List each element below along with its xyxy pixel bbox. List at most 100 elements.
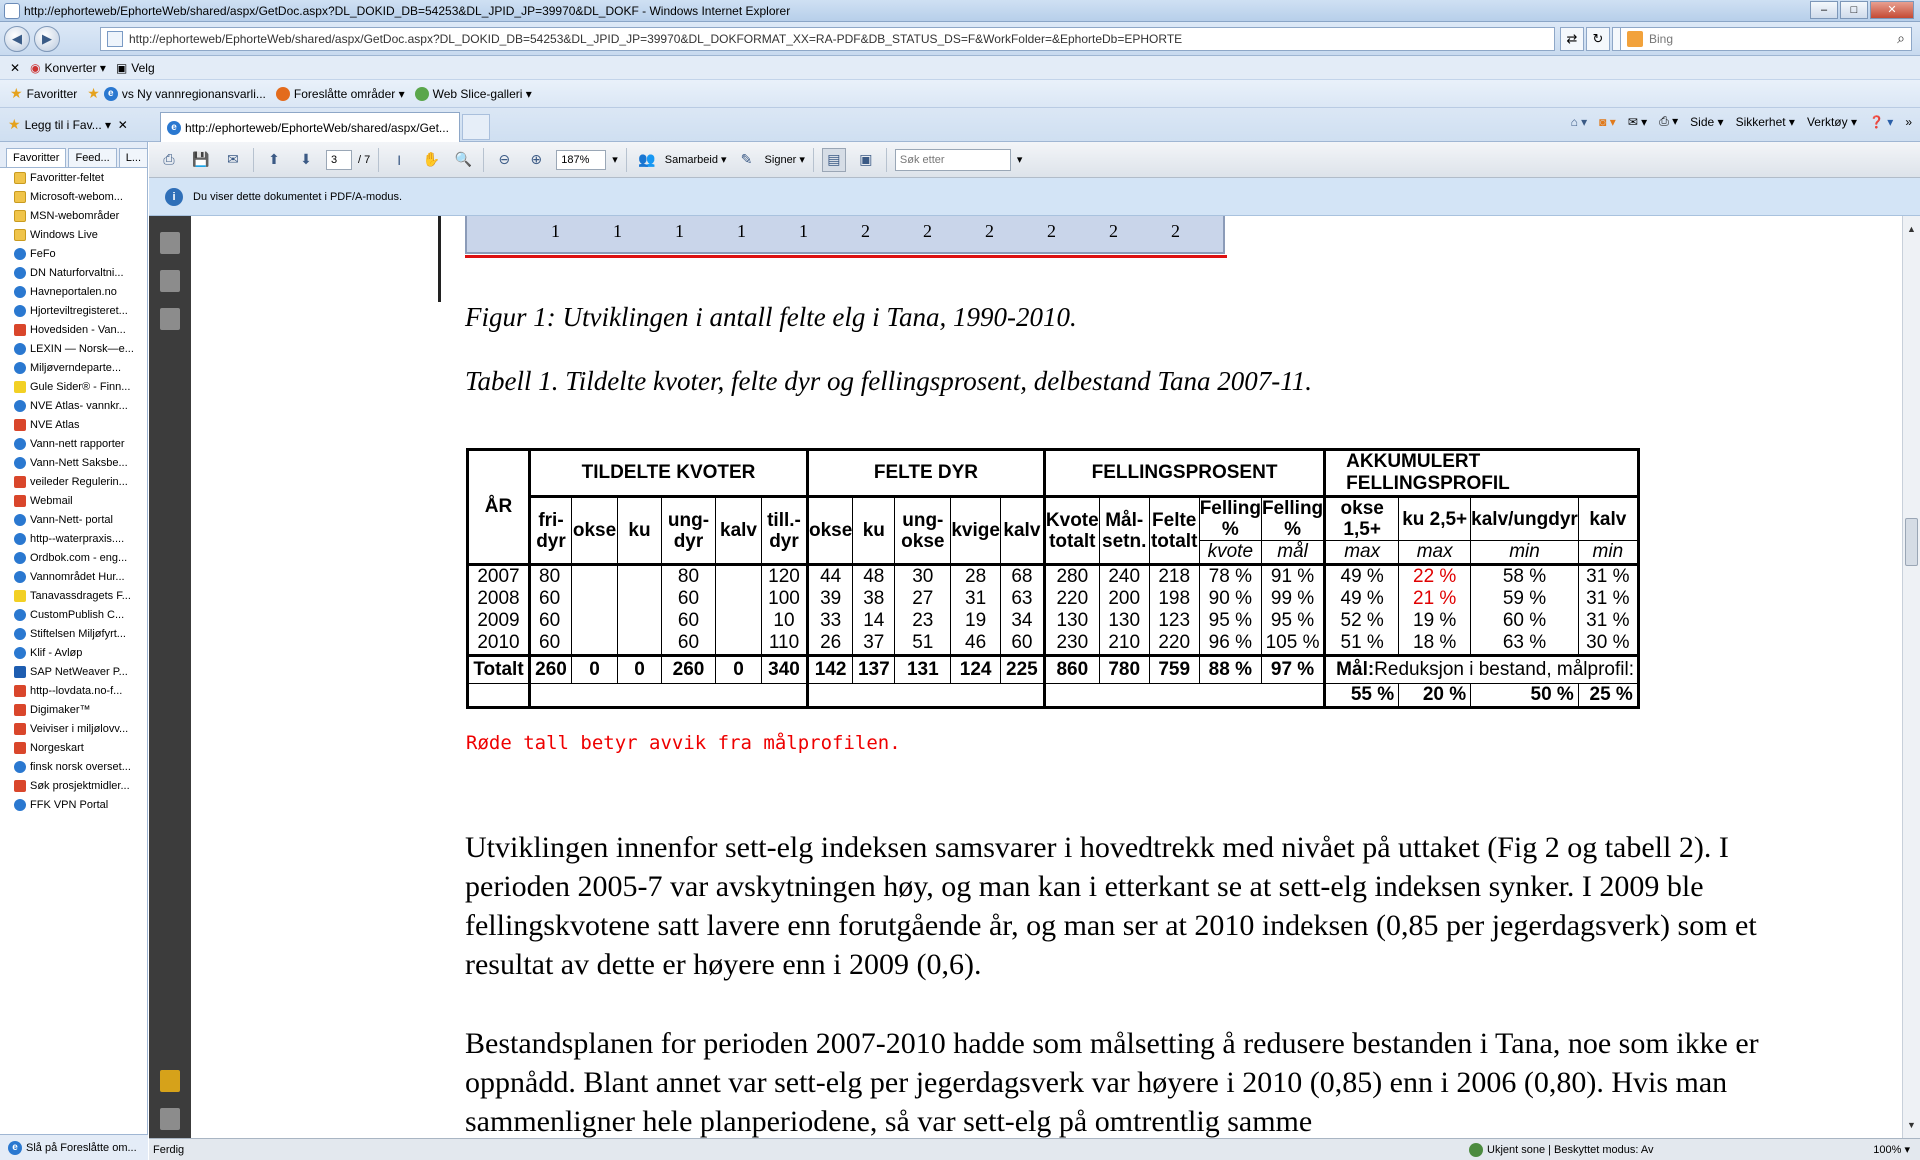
folder-icon <box>14 228 26 241</box>
toolbar-chevron-icon[interactable]: » <box>1905 115 1912 129</box>
print-icon[interactable]: ⎙ ▾ <box>1659 114 1678 129</box>
sidebar-item[interactable]: DN Naturforvaltni... <box>0 263 147 282</box>
sidebar-item[interactable]: FeFo <box>0 244 147 263</box>
signer-button[interactable]: Signer ▾ <box>765 153 805 166</box>
sidebar-item[interactable]: Vann-Nett- portal <box>0 510 147 529</box>
fit-page-icon[interactable]: ▣ <box>854 148 878 172</box>
forward-button[interactable]: ▶ <box>34 25 60 52</box>
sidebar-item[interactable]: Windows Live <box>0 225 147 244</box>
sidebar-item[interactable]: Klif - Avløp <box>0 643 147 662</box>
hand-tool-icon[interactable]: ✋ <box>419 148 443 172</box>
maximize-button[interactable]: □ <box>1840 1 1868 19</box>
pages-icon[interactable] <box>160 232 180 254</box>
pdfa-info-icon[interactable] <box>160 308 180 330</box>
compat-view-icon[interactable]: ⇄ <box>1560 27 1584 51</box>
bookmarks-icon[interactable] <box>160 270 180 292</box>
save-icon[interactable]: 💾 <box>189 148 213 172</box>
sidebar-item[interactable]: Hovedsiden - Van... <box>0 320 147 339</box>
vertical-scrollbar[interactable]: ▲ ▼ <box>1902 216 1920 1138</box>
col-header: Felling % <box>1260 496 1326 541</box>
select-tool-icon[interactable]: I <box>387 148 411 172</box>
sidebar-item[interactable]: Vann-nett rapporter <box>0 434 147 453</box>
fav-link-suggested[interactable]: Foreslåtte områder ▾ <box>275 86 405 101</box>
sidebar-item[interactable]: veileder Regulerin... <box>0 472 147 491</box>
fav-link-webslice[interactable]: Web Slice-galleri ▾ <box>414 86 532 101</box>
sidebar-item[interactable]: Microsoft-webom... <box>0 187 147 206</box>
search-icon[interactable]: ⌕ <box>1897 30 1905 47</box>
sidebar-item[interactable]: SAP NetWeaver P... <box>0 662 147 681</box>
sidebar-item[interactable]: Vannområdet Hur... <box>0 567 147 586</box>
konverter-button[interactable]: ◉ Konverter ▾ <box>30 61 106 75</box>
verktoy-menu[interactable]: Verktøy ▾ <box>1807 115 1857 129</box>
page-number-input[interactable]: 3 <box>326 149 352 170</box>
scroll-up-icon[interactable]: ▲ <box>1905 224 1918 238</box>
sidebar-item[interactable]: Norgeskart <box>0 738 147 757</box>
sidebar-item[interactable]: LEXIN — Norsk—e... <box>0 339 147 358</box>
fit-width-icon[interactable]: ▤ <box>821 147 846 172</box>
sidebar-item[interactable]: Miljøverndeparte... <box>0 358 147 377</box>
close-button[interactable]: ✕ <box>1870 1 1914 19</box>
back-button[interactable]: ◀ <box>4 25 30 52</box>
sidebar-item[interactable]: NVE Atlas <box>0 415 147 434</box>
sidebar-item[interactable]: FFK VPN Portal <box>0 795 147 814</box>
feeds-icon[interactable]: ◙ ▾ <box>1599 115 1616 129</box>
zoom-in-icon[interactable]: ⊕ <box>524 148 548 172</box>
refresh-icon[interactable]: ↻ <box>1586 27 1610 51</box>
sidebar-item[interactable]: Ordbok.com - eng... <box>0 548 147 567</box>
velg-button[interactable]: ▣ Velg <box>116 61 155 75</box>
scroll-down-icon[interactable]: ▼ <box>1905 1120 1918 1134</box>
zoom-dropdown-icon[interactable]: ▾ <box>612 153 618 166</box>
scroll-thumb[interactable] <box>1905 518 1918 566</box>
marquee-zoom-icon[interactable]: 🔍 <box>451 148 475 172</box>
attachments-icon[interactable] <box>160 1108 180 1130</box>
browser-tab[interactable]: e http://ephorteweb/EphorteWeb/shared/asp… <box>160 112 460 142</box>
zoom-level-input[interactable]: 187% <box>556 149 607 170</box>
tab-feeds[interactable]: Feed... <box>68 148 117 167</box>
window-title: http://ephorteweb/EphorteWeb/shared/aspx… <box>24 3 791 18</box>
previous-page-icon[interactable]: ⬆ <box>262 148 286 172</box>
sidebar-item[interactable]: CustomPublish C... <box>0 605 147 624</box>
next-page-icon[interactable]: ⬇ <box>294 148 318 172</box>
sidebar-item[interactable]: http--waterpraxis.... <box>0 529 147 548</box>
suggested-sites-button[interactable]: e Slå på Foreslåtte om... <box>0 1134 148 1160</box>
sidebar-item[interactable]: Søk prosjektmidler... <box>0 776 147 795</box>
star-icon: ★ <box>10 85 23 101</box>
sidebar-item[interactable]: Stiftelsen Miljøfyrt... <box>0 624 147 643</box>
sidebar-item[interactable]: Veiviser i miljølovv... <box>0 719 147 738</box>
samarbeid-button[interactable]: Samarbeid ▾ <box>665 153 727 166</box>
sidebar-item[interactable]: finsk norsk overset... <box>0 757 147 776</box>
favorites-button[interactable]: ★ Favoritter <box>10 85 77 102</box>
zoom-out-icon[interactable]: ⊖ <box>492 148 516 172</box>
mail-icon[interactable]: ✉ ▾ <box>1628 115 1647 129</box>
side-menu[interactable]: Side ▾ <box>1690 115 1723 129</box>
address-bar[interactable]: http://ephorteweb/EphorteWeb/shared/aspx… <box>100 27 1555 51</box>
add-to-favorites-button[interactable]: ★ Legg til i Fav... ▾ ✕ <box>8 116 128 133</box>
tab-favorites[interactable]: Favoritter <box>6 148 67 167</box>
sidebar-item[interactable]: http--lovdata.no-f... <box>0 681 147 700</box>
print-icon[interactable]: ⎙ <box>157 148 181 172</box>
search-box[interactable]: Bing ⌕ <box>1620 27 1912 51</box>
sidebar-item[interactable]: Hjorteviltregisteret... <box>0 301 147 320</box>
comments-icon[interactable] <box>160 1070 180 1092</box>
sikkerhet-menu[interactable]: Sikkerhet ▾ <box>1736 115 1795 129</box>
help-icon[interactable]: ❓ ▾ <box>1869 115 1893 129</box>
sidebar-item[interactable]: Digimaker™ <box>0 700 147 719</box>
new-tab-button[interactable] <box>462 114 490 140</box>
sidebar-item[interactable]: Favoritter-feltet <box>0 168 147 187</box>
email-icon[interactable]: ✉ <box>221 148 245 172</box>
close-toolbar-icon[interactable]: ✕ <box>10 61 20 75</box>
minimize-button[interactable]: – <box>1810 1 1838 19</box>
pdf-search-input[interactable]: Søk etter <box>894 148 1011 171</box>
search-dropdown-icon[interactable]: ▾ <box>1017 153 1023 166</box>
sidebar-item[interactable]: MSN-webområder <box>0 206 147 225</box>
sidebar-item[interactable]: NVE Atlas- vannkr... <box>0 396 147 415</box>
sidebar-item[interactable]: Webmail <box>0 491 147 510</box>
home-icon[interactable]: ⌂ ▾ <box>1571 115 1588 129</box>
tab-history[interactable]: L... <box>118 148 149 167</box>
zoom-status[interactable]: 100% ▾ <box>1873 1143 1910 1156</box>
sidebar-item[interactable]: Havneportalen.no <box>0 282 147 301</box>
sidebar-item[interactable]: Tanavassdragets F... <box>0 586 147 605</box>
sidebar-item[interactable]: Gule Sider® - Finn... <box>0 377 147 396</box>
sidebar-item[interactable]: Vann-Nett Saksbe... <box>0 453 147 472</box>
fav-link-0[interactable]: ★ e vs Ny vannregionansvarli... <box>87 85 266 102</box>
